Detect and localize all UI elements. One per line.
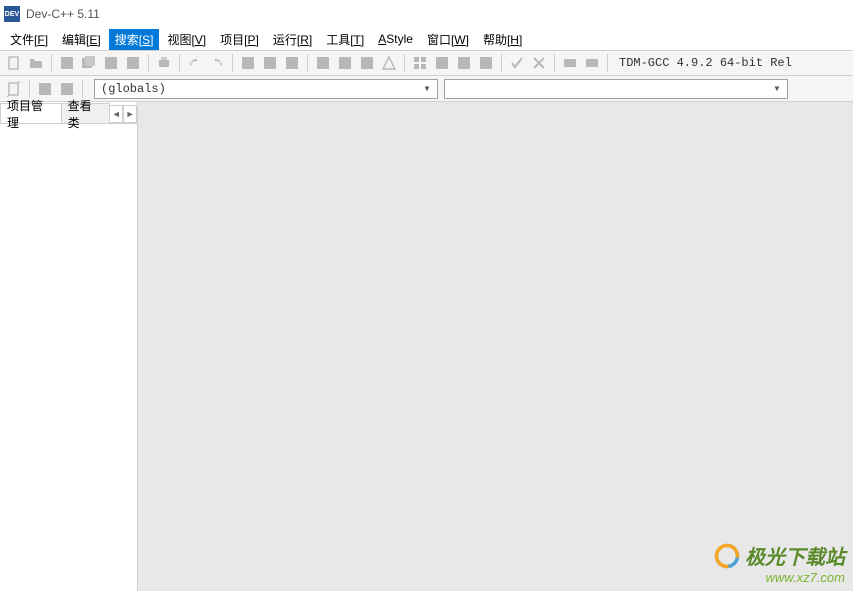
save-project-button[interactable] bbox=[123, 53, 143, 73]
new-project-button[interactable] bbox=[4, 79, 24, 99]
main-area: 项目管理 查看类 ◄ ► bbox=[0, 102, 853, 591]
menu-r[interactable]: 运行[R] bbox=[267, 29, 318, 50]
save-as-button[interactable] bbox=[101, 53, 121, 73]
check-button[interactable] bbox=[507, 53, 527, 73]
run-button[interactable] bbox=[335, 53, 355, 73]
insert-button[interactable] bbox=[35, 79, 55, 99]
window-title: Dev-C++ 5.11 bbox=[26, 7, 100, 21]
profile-button[interactable] bbox=[454, 53, 474, 73]
menu-t[interactable]: 工具[T] bbox=[320, 29, 370, 50]
open-file-button[interactable] bbox=[26, 53, 46, 73]
goto-button[interactable] bbox=[560, 53, 580, 73]
stop-button[interactable] bbox=[432, 53, 452, 73]
tab-classes[interactable]: 查看类 bbox=[61, 103, 111, 123]
left-panel-tabs: 项目管理 查看类 ◄ ► bbox=[0, 102, 137, 124]
print-button[interactable] bbox=[154, 53, 174, 73]
redo-button[interactable] bbox=[207, 53, 227, 73]
tab-project[interactable]: 项目管理 bbox=[0, 103, 62, 123]
menu-astyle[interactable]: AStyle bbox=[372, 30, 419, 48]
undo-button[interactable] bbox=[185, 53, 205, 73]
compile-button[interactable] bbox=[313, 53, 333, 73]
secondary-toolbar: (globals) ▾ ▾ bbox=[0, 76, 853, 102]
find-in-files-button[interactable] bbox=[282, 53, 302, 73]
replace-button[interactable] bbox=[260, 53, 280, 73]
rebuild-button[interactable] bbox=[379, 53, 399, 73]
menubar: 文件[F]编辑[E]搜索[S]视图[V]项目[P]运行[R]工具[T]AStyl… bbox=[0, 28, 853, 50]
main-toolbar: TDM-GCC 4.9.2 64-bit Rel bbox=[0, 50, 853, 76]
compiler-label: TDM-GCC 4.9.2 64-bit Rel bbox=[613, 56, 792, 70]
menu-p[interactable]: 项目[P] bbox=[214, 29, 265, 50]
compile-run-button[interactable] bbox=[357, 53, 377, 73]
app-icon: DEV bbox=[4, 6, 20, 22]
save-button[interactable] bbox=[57, 53, 77, 73]
debug-button[interactable] bbox=[410, 53, 430, 73]
new-file-button[interactable] bbox=[4, 53, 24, 73]
save-all-button[interactable] bbox=[79, 53, 99, 73]
globals-combo-value: (globals) bbox=[101, 82, 166, 96]
members-combo[interactable]: ▾ bbox=[444, 79, 788, 99]
menu-h[interactable]: 帮助[H] bbox=[477, 29, 528, 50]
chevron-down-icon: ▾ bbox=[419, 81, 435, 96]
bookmark-button[interactable] bbox=[582, 53, 602, 73]
titlebar: DEV Dev-C++ 5.11 bbox=[0, 0, 853, 28]
menu-e[interactable]: 编辑[E] bbox=[56, 29, 107, 50]
cancel-button[interactable] bbox=[529, 53, 549, 73]
toggle-button[interactable] bbox=[57, 79, 77, 99]
menu-f[interactable]: 文件[F] bbox=[4, 29, 54, 50]
clean-button[interactable] bbox=[476, 53, 496, 73]
menu-v[interactable]: 视图[V] bbox=[161, 29, 212, 50]
chevron-down-icon: ▾ bbox=[769, 81, 785, 96]
globals-combo[interactable]: (globals) ▾ bbox=[94, 79, 438, 99]
find-button[interactable] bbox=[238, 53, 258, 73]
tab-scroll-right[interactable]: ► bbox=[123, 105, 137, 123]
menu-w[interactable]: 窗口[W] bbox=[421, 29, 475, 50]
tab-scroll-left[interactable]: ◄ bbox=[109, 105, 123, 123]
editor-area bbox=[138, 102, 853, 591]
left-panel: 项目管理 查看类 ◄ ► bbox=[0, 102, 138, 591]
menu-s[interactable]: 搜索[S] bbox=[109, 29, 160, 50]
